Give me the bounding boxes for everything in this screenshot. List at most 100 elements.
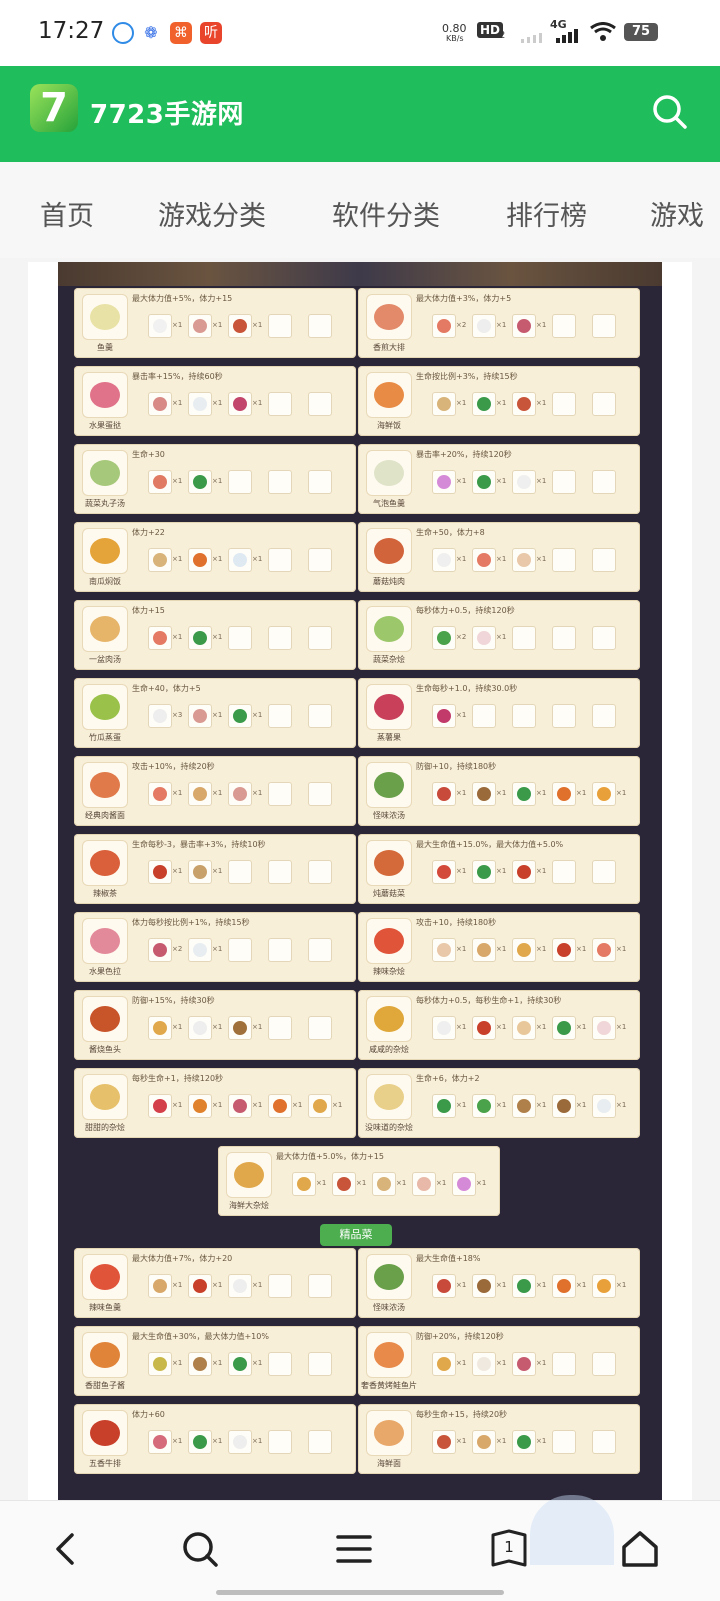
back-button[interactable]: [44, 1527, 88, 1571]
tab-software-category[interactable]: 软件分类: [332, 194, 440, 233]
ingredient-slot: [308, 704, 332, 728]
dish-image: [366, 684, 412, 730]
dish-effect: 生命按比例+3%，持续15秒: [416, 372, 518, 381]
dish-effect: 最大体力值+5.0%，体力+15: [276, 1152, 384, 1161]
ingredient-icon: [557, 1021, 571, 1035]
header-search-button[interactable]: [650, 92, 690, 132]
ingredient-slot: [512, 938, 536, 962]
ingredient-icon: [193, 1021, 207, 1035]
ingredient-qty: ×1: [212, 1437, 223, 1445]
dish-icon: [234, 1162, 264, 1188]
ingredient-slot: [148, 392, 172, 416]
ingredient-icon: [517, 553, 531, 567]
ingredient-icon: [193, 865, 207, 879]
ingredient-slot: [148, 704, 172, 728]
dish-icon: [374, 772, 404, 798]
tab-home[interactable]: 首页: [40, 194, 94, 233]
dish-name: 辣味杂烩: [373, 967, 405, 976]
tab-ranking[interactable]: 排行榜: [506, 194, 587, 233]
recipe-card: 气泡鱼羹 暴击率+20%，持续120秒 ×1 ×1 ×1: [358, 444, 640, 514]
ingredient-icon: [153, 943, 167, 957]
tab-games[interactable]: 游戏: [650, 194, 704, 233]
ingredient-icon: [477, 1021, 491, 1035]
ingredient-slot: [432, 782, 456, 806]
ingredient-qty: ×1: [332, 1101, 343, 1109]
ingredient-slot: [552, 314, 576, 338]
home-button[interactable]: [618, 1527, 662, 1571]
ingredient-qty: ×1: [316, 1179, 327, 1187]
tab-game-category[interactable]: 游戏分类: [158, 194, 266, 233]
dish-effect: 暴击率+15%，持续60秒: [132, 372, 223, 381]
recipe-card: 水果蛋挞 暴击率+15%，持续60秒 ×1 ×1 ×1: [74, 366, 356, 436]
menu-icon: [336, 1535, 372, 1563]
search-icon: [183, 1532, 218, 1567]
ingredient-qty: ×1: [616, 1023, 627, 1031]
ingredient-qty: ×1: [212, 867, 223, 875]
ingredient-slot: [308, 782, 332, 806]
ingredient-slot: [148, 1274, 172, 1298]
recipe-card: 甜甜的杂烩 每秒生命+1，持续120秒 ×1 ×1 ×1 ×1 ×1: [74, 1068, 356, 1138]
recipe-card: 海鲜饭 生命按比例+3%，持续15秒 ×1 ×1 ×1: [358, 366, 640, 436]
ingredient-qty: ×1: [496, 633, 507, 641]
ingredient-slot: [148, 1430, 172, 1454]
ingredient-icon: [437, 787, 451, 801]
ingredient-slot: [512, 782, 536, 806]
ingredient-slot: [552, 1430, 576, 1454]
ingredient-qty: ×1: [172, 789, 183, 797]
recipe-card: 蔬菜杂烩 每秒体力+0.5，持续120秒 ×2 ×1: [358, 600, 640, 670]
ingredient-slot: [432, 1094, 456, 1118]
ingredient-icon: [597, 943, 611, 957]
ingredient-slot: [268, 1016, 292, 1040]
dish-name: 海鲜面: [377, 1459, 401, 1468]
ingredient-qty: ×1: [436, 1179, 447, 1187]
ingredient-slot: [512, 1352, 536, 1376]
dish-icon: [90, 1342, 120, 1368]
dish-name: 咸咸的杂烩: [369, 1045, 409, 1054]
dish-icon: [90, 538, 120, 564]
ingredient-slot: [308, 1430, 332, 1454]
ingredient-icon: [477, 865, 491, 879]
ingredient-slot: [188, 704, 212, 728]
ingredient-slot: [308, 860, 332, 884]
recipe-card: 香煎大排 最大体力值+3%，体力+5 ×2 ×1 ×1: [358, 288, 640, 358]
ingredient-slot: [552, 1094, 576, 1118]
dish-icon: [374, 928, 404, 954]
ingredient-icon: [437, 709, 451, 723]
menu-button[interactable]: [332, 1527, 376, 1571]
ingredient-icon: [153, 1021, 167, 1035]
ingredient-icon: [517, 1021, 531, 1035]
ingredient-qty: ×1: [252, 1023, 263, 1031]
dish-icon: [374, 304, 404, 330]
dish-name: 蔬菜丸子汤: [85, 499, 125, 508]
dish-name: 蔬菜杂烩: [373, 655, 405, 664]
dish-image: [82, 372, 128, 418]
dish-icon: [374, 616, 404, 642]
ingredient-slot: [592, 860, 616, 884]
ingredient-qty: ×1: [172, 555, 183, 563]
ingredient-slot: [188, 626, 212, 650]
tabs-button[interactable]: 1: [487, 1527, 531, 1571]
dish-image: [366, 996, 412, 1042]
ingredient-qty: ×1: [252, 1359, 263, 1367]
dish-icon: [90, 1420, 120, 1446]
ingredient-slot: [552, 1274, 576, 1298]
ingredient-qty: ×1: [292, 1101, 303, 1109]
dish-image: [82, 840, 128, 886]
site-name[interactable]: 7723手游网: [90, 94, 244, 131]
search-button[interactable]: [178, 1527, 222, 1571]
ingredient-icon: [193, 631, 207, 645]
ingredient-slot: [512, 548, 536, 572]
ingredient-slot: [308, 1352, 332, 1376]
ingredient-icon: [233, 553, 247, 567]
ingredient-icon: [437, 865, 451, 879]
site-logo[interactable]: 7: [30, 84, 78, 132]
ingredient-slot: [228, 860, 252, 884]
ingredient-slot: [188, 314, 212, 338]
ingredient-icon: [233, 1357, 247, 1371]
dish-effect: 攻击+10%，持续20秒: [132, 762, 215, 771]
ingredient-slot: [512, 314, 536, 338]
dish-icon: [90, 382, 120, 408]
ingredient-qty: ×1: [496, 789, 507, 797]
ingredient-qty: ×1: [252, 789, 263, 797]
ingredient-slot: [228, 626, 252, 650]
